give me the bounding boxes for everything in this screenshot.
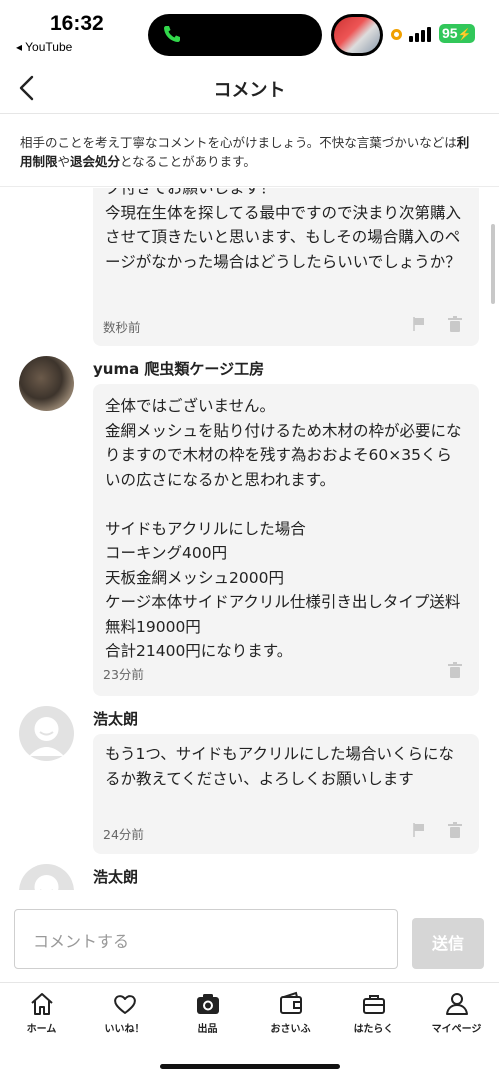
notice-bold-withdrawal: 退会処分 — [70, 154, 121, 169]
report-flag-icon[interactable] — [411, 316, 427, 332]
send-button[interactable]: 送信 — [412, 918, 484, 969]
comment-list[interactable]: ク付きでお願いします！ 今現在生体を探してる最中ですので決まり次第購入させて頂き… — [0, 188, 499, 890]
default-avatar-icon — [34, 875, 59, 890]
tab-label: マイページ — [431, 1024, 482, 1035]
tab-home[interactable]: ホーム — [0, 991, 83, 1035]
comment-time: 24分前 — [103, 827, 144, 842]
comment-text: ク付きでお願いします！ 今現在生体を探してる最中ですので決まり次第購入させて頂き… — [105, 188, 462, 271]
person-icon — [445, 993, 468, 1015]
comment-text: もう1つ、サイドもアクリルにした場合いくらになるか教えてください、よろしくお願い… — [105, 745, 455, 788]
scrollbar[interactable] — [491, 224, 495, 304]
comment-username[interactable]: yuma 爬虫類ケージ工房 — [93, 358, 264, 379]
comment-time: 数秒前 — [103, 320, 141, 335]
comment-guideline-notice: 相手のことを考え丁寧なコメントを心がけましょう。不快な言葉づかいなどは利用制限や… — [0, 115, 499, 187]
default-avatar-icon — [29, 717, 64, 756]
tab-label: はたらく — [353, 1024, 394, 1035]
tab-label: いいね！ — [104, 1024, 145, 1035]
delete-trash-icon[interactable] — [447, 662, 463, 678]
back-to-app-link[interactable]: ◂ YouTube — [16, 40, 72, 54]
comment-input-area: コメントする 送信 — [0, 890, 499, 982]
tab-label: 出品 — [197, 1024, 218, 1035]
avatar[interactable] — [19, 356, 74, 411]
comment-text: 全体ではございません。 金網メッシュを貼り付けるため木材の枠が必要になりますので… — [105, 397, 462, 660]
dynamic-island[interactable] — [148, 14, 322, 56]
signal-icon — [409, 27, 431, 42]
tab-sell[interactable]: 出品 — [166, 991, 249, 1035]
wallet-icon — [279, 991, 302, 1014]
home-indicator[interactable] — [160, 1064, 340, 1069]
avatar[interactable] — [19, 706, 74, 761]
comment-username[interactable]: 浩太朗 — [93, 866, 138, 887]
video-thumbnail[interactable] — [331, 14, 383, 56]
delete-trash-icon[interactable] — [447, 822, 463, 838]
comment-time: 23分前 — [103, 667, 144, 682]
tab-wallet[interactable]: おさいふ — [249, 991, 332, 1035]
battery-icon: 95⚡ — [439, 24, 475, 43]
battery-level: 95 — [442, 25, 458, 41]
avatar[interactable] — [19, 864, 74, 890]
page-title: コメント — [213, 80, 286, 101]
comment-username[interactable]: 浩太朗 — [93, 708, 138, 729]
comment-input[interactable]: コメントする — [14, 909, 398, 969]
camera-icon — [196, 994, 219, 1014]
report-flag-icon[interactable] — [411, 822, 427, 838]
home-icon — [30, 993, 53, 1015]
status-bar: 16:32 ◂ YouTube 95⚡ — [0, 0, 499, 62]
tab-likes[interactable]: いいね！ — [83, 991, 166, 1035]
notice-text-2: や — [57, 154, 71, 169]
tab-label: ホーム — [26, 1024, 57, 1035]
tab-label: おさいふ — [270, 1024, 311, 1035]
nav-header: コメント — [0, 62, 499, 114]
mic-indicator-icon — [391, 29, 402, 40]
status-time: 16:32 — [50, 12, 104, 35]
heart-icon — [113, 995, 136, 1014]
tab-mypage[interactable]: マイページ — [415, 991, 498, 1035]
notice-text-1: 相手のことを考え丁寧なコメントを心がけましょう。不快な言葉づかいなどは — [20, 135, 457, 150]
comment-bubble: 全体ではございません。 金網メッシュを貼り付けるため木材の枠が必要になりますので… — [93, 384, 479, 696]
phone-icon — [164, 26, 180, 42]
comment-bubble: ク付きでお願いします！ 今現在生体を探してる最中ですので決まり次第購入させて頂き… — [93, 188, 479, 346]
delete-trash-icon[interactable] — [447, 316, 463, 332]
tab-work[interactable]: はたらく — [332, 991, 415, 1035]
comment-bubble: もう1つ、サイドもアクリルにした場合いくらになるか教えてください、よろしくお願い… — [93, 734, 479, 854]
notice-text-3: となることがあります。 — [120, 154, 256, 169]
briefcase-icon — [362, 995, 385, 1014]
